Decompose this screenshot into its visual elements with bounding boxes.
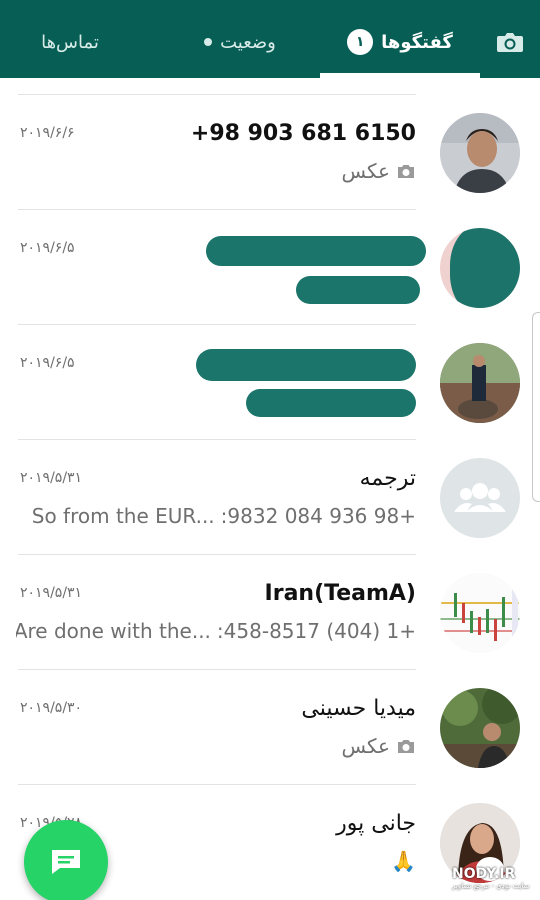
avatar[interactable] bbox=[440, 688, 520, 768]
avatar[interactable] bbox=[440, 573, 520, 653]
camera-icon bbox=[398, 740, 414, 753]
chat-time: ۲۰۱۹/۵/۳۱ bbox=[20, 585, 83, 601]
avatar[interactable] bbox=[440, 343, 520, 423]
tab-contacts-label: تماس‌ها bbox=[41, 31, 99, 53]
chart-thumbnail bbox=[440, 573, 520, 653]
watermark: NODY.IR سایت نودی - مرجع تصاویر bbox=[452, 866, 536, 896]
tab-contacts[interactable]: تماس‌ها bbox=[0, 22, 140, 62]
chat-preview: So from the EUR... +98 936 084 9832: bbox=[16, 504, 416, 528]
status-dot-icon bbox=[204, 38, 213, 46]
tab-status-label: وضعیت bbox=[220, 31, 276, 53]
app-bar: تماس‌ها وضعیت گفتگوها ۱ bbox=[0, 0, 540, 78]
chat-row[interactable]: ۲۰۱۹/۶/۵ bbox=[0, 210, 540, 325]
chat-preview-text: So from the EUR... bbox=[31, 504, 215, 528]
group-icon bbox=[454, 483, 506, 512]
unread-badge: ۱ bbox=[347, 29, 374, 55]
redaction-mark bbox=[206, 236, 426, 266]
avatar-photo bbox=[440, 688, 520, 768]
chat-preview-text: 🙏 bbox=[391, 849, 416, 873]
chat-row[interactable]: میدیا حسینی ۲۰۱۹/۵/۳۰ عکس bbox=[0, 670, 540, 785]
tab-status[interactable]: وضعیت bbox=[170, 22, 310, 62]
chat-row[interactable]: ۲۰۱۹/۶/۵ bbox=[0, 325, 540, 440]
redaction-mark bbox=[296, 276, 420, 304]
chat-preview: عکس bbox=[16, 734, 416, 758]
avatar-photo bbox=[440, 113, 520, 193]
tab-chats[interactable]: گفتگوها ۱ bbox=[320, 22, 480, 62]
redaction-mark bbox=[196, 349, 416, 381]
chat-name: ترجمه bbox=[359, 466, 416, 491]
chat-preview-text: عکس bbox=[341, 734, 390, 758]
chat-preview-sender: +98 936 084 9832: bbox=[220, 504, 416, 528]
chat-time: ۲۰۱۹/۵/۳۰ bbox=[20, 700, 83, 716]
redaction-mark bbox=[450, 228, 520, 308]
avatar[interactable] bbox=[440, 228, 520, 308]
chat-list[interactable]: +98 903 681 6150 ۲۰۱۹/۶/۶ عکس ۲۰۱۹/۶/۵ ۲… bbox=[0, 78, 540, 900]
chat-preview-text: عکس bbox=[341, 159, 390, 183]
chat-name: جانی پور bbox=[336, 811, 416, 836]
chat-row[interactable]: Iran(TeamA) ۲۰۱۹/۵/۳۱ Are done with the.… bbox=[0, 555, 540, 670]
chat-row[interactable]: +98 903 681 6150 ۲۰۱۹/۶/۶ عکس bbox=[0, 95, 540, 210]
watermark-sub: سایت نودی - مرجع تصاویر bbox=[452, 882, 530, 890]
chat-preview: Are done with the... +1 (404) 458-8517: bbox=[16, 619, 416, 643]
watermark-main: NODY.IR bbox=[452, 866, 516, 882]
scroll-handle[interactable] bbox=[532, 312, 540, 502]
camera-icon bbox=[398, 165, 414, 178]
chat-name: Iran(TeamA) bbox=[264, 581, 416, 606]
camera-icon bbox=[497, 33, 523, 52]
avatar[interactable] bbox=[440, 458, 520, 538]
chat-time: ۲۰۱۹/۶/۵ bbox=[20, 355, 75, 371]
chat-time: ۲۰۱۹/۶/۵ bbox=[20, 240, 75, 256]
chat-icon bbox=[52, 850, 80, 874]
new-chat-button[interactable] bbox=[24, 820, 108, 900]
chat-preview-text: Are done with the... bbox=[16, 619, 211, 643]
chat-time: ۲۰۱۹/۶/۶ bbox=[20, 125, 75, 141]
tab-chats-label: گفتگوها bbox=[381, 31, 453, 53]
chat-name: +98 903 681 6150 bbox=[190, 121, 416, 146]
avatar[interactable] bbox=[440, 113, 520, 193]
chat-name: میدیا حسینی bbox=[301, 696, 416, 721]
chat-row[interactable]: ترجمه ۲۰۱۹/۵/۳۱ So from the EUR... +98 9… bbox=[0, 440, 540, 555]
redaction-mark bbox=[246, 389, 416, 417]
avatar-photo bbox=[440, 343, 520, 423]
tab-camera[interactable] bbox=[480, 22, 540, 62]
chat-time: ۲۰۱۹/۵/۳۱ bbox=[20, 470, 83, 486]
chat-preview: عکس bbox=[16, 159, 416, 183]
chat-preview-sender: +1 (404) 458-8517: bbox=[216, 619, 416, 643]
